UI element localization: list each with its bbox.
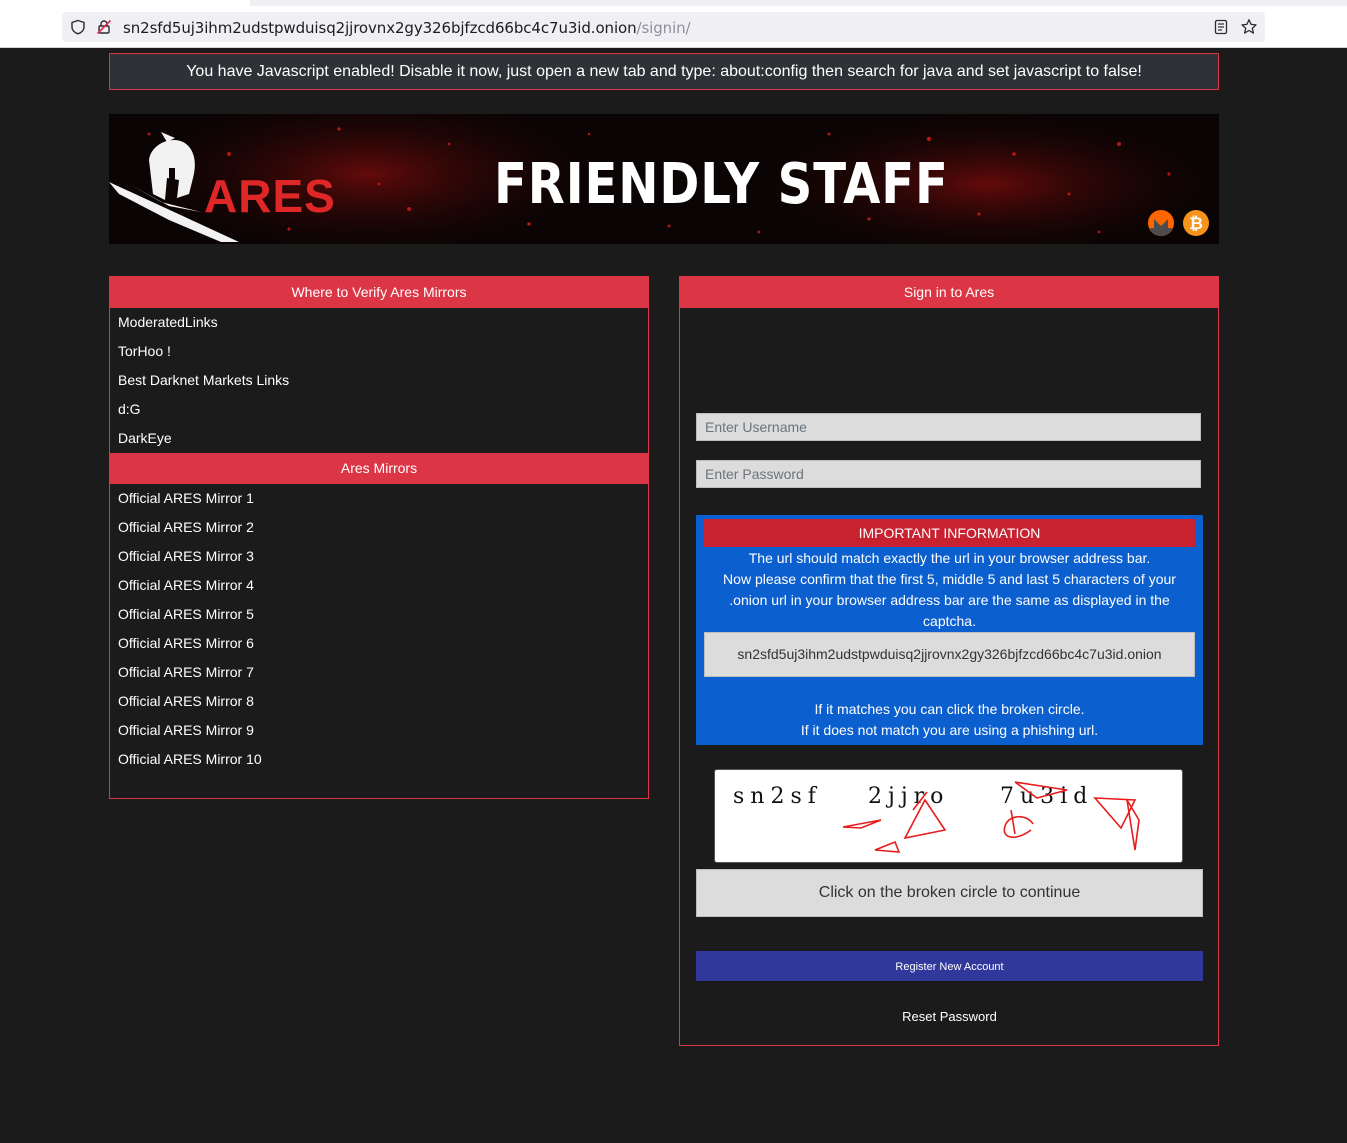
ares-logo-text: ARES	[204, 170, 336, 222]
reset-password-link[interactable]: Reset Password	[696, 1009, 1203, 1024]
mirror-link[interactable]: Official ARES Mirror 5	[110, 600, 648, 629]
banner-title: FRIENDLY STAFF	[494, 152, 949, 217]
verify-link-moderatedlinks[interactable]: ModeratedLinks	[110, 308, 648, 337]
important-info-title: IMPORTANT INFORMATION	[704, 519, 1195, 547]
banner: ARES FRIENDLY STAFF ₿	[109, 114, 1219, 244]
info-line-phishing: If it does not match you are using a phi…	[800, 722, 1099, 738]
continue-button[interactable]: Click on the broken circle to continue	[696, 869, 1203, 917]
register-button[interactable]: Register New Account	[696, 951, 1203, 981]
signin-panel: Sign in to Ares Enter Username Enter Pas…	[679, 276, 1219, 1046]
verify-link-list: ModeratedLinks TorHoo ! Best Darknet Mar…	[110, 308, 648, 453]
signin-header: Sign in to Ares	[680, 277, 1218, 308]
captcha-distortion-shapes	[842, 781, 1140, 853]
address-bar[interactable]: sn2sfd5uj3ihm2udstpwduisq2jjrovnx2gy326b…	[62, 12, 1265, 42]
info-line-confirm: Now please confirm that the first 5, mid…	[723, 571, 1176, 629]
verify-link-darkeye[interactable]: DarkEye	[110, 424, 648, 453]
mirror-link[interactable]: Official ARES Mirror 7	[110, 658, 648, 687]
mirrors-header: Ares Mirrors	[110, 453, 648, 484]
mirror-link[interactable]: Official ARES Mirror 1	[110, 484, 648, 513]
mirror-link[interactable]: Official ARES Mirror 3	[110, 542, 648, 571]
info-line-url: The url should match exactly the url in …	[748, 550, 1151, 566]
mirror-link[interactable]: Official ARES Mirror 2	[110, 513, 648, 542]
bookmark-star-icon[interactable]	[1240, 18, 1258, 36]
reader-view-icon[interactable]	[1213, 19, 1229, 35]
active-tab[interactable]	[0, 0, 250, 6]
verify-link-best-darknet-markets[interactable]: Best Darknet Markets Links	[110, 366, 648, 395]
password-input[interactable]: Enter Password	[696, 460, 1201, 488]
browser-toolbar: sn2sfd5uj3ihm2udstpwduisq2jjrovnx2gy326b…	[0, 0, 1347, 48]
username-input[interactable]: Enter Username	[696, 413, 1201, 441]
url-path: /signin/	[636, 19, 691, 37]
monero-icon	[1148, 210, 1174, 236]
info-line-matches: If it matches you can click the broken c…	[814, 701, 1085, 717]
verify-header: Where to Verify Ares Mirrors	[110, 277, 648, 308]
svg-text:₿: ₿	[1189, 214, 1203, 234]
verify-mirrors-panel: Where to Verify Ares Mirrors ModeratedLi…	[109, 276, 649, 799]
shield-icon[interactable]	[70, 19, 86, 35]
url-host: sn2sfd5uj3ihm2udstpwduisq2jjrovnx2gy326b…	[123, 19, 637, 37]
mirror-link[interactable]: Official ARES Mirror 10	[110, 745, 648, 774]
verify-link-torhoo[interactable]: TorHoo !	[110, 337, 648, 366]
mirror-link[interactable]: Official ARES Mirror 9	[110, 716, 648, 745]
javascript-warning: You have Javascript enabled! Disable it …	[109, 53, 1219, 90]
mirror-link[interactable]: Official ARES Mirror 8	[110, 687, 648, 716]
onion-url-display: sn2sfd5uj3ihm2udstpwduisq2jjrovnx2gy326b…	[704, 632, 1195, 677]
captcha-image[interactable]: sn2sf 2jjro 7u3id	[714, 769, 1183, 863]
bitcoin-icon: ₿	[1183, 210, 1209, 236]
info-text-match: If it matches you can click the broken c…	[696, 699, 1203, 741]
mirror-link[interactable]: Official ARES Mirror 6	[110, 629, 648, 658]
info-text: The url should match exactly the url in …	[712, 548, 1187, 632]
url-text[interactable]: sn2sfd5uj3ihm2udstpwduisq2jjrovnx2gy326b…	[123, 19, 691, 37]
important-info-box: IMPORTANT INFORMATION The url should mat…	[696, 515, 1203, 745]
mirror-list: Official ARES Mirror 1 Official ARES Mir…	[110, 484, 648, 774]
insecure-lock-icon[interactable]	[96, 19, 112, 35]
verify-link-dg[interactable]: d:G	[110, 395, 648, 424]
mirror-link[interactable]: Official ARES Mirror 4	[110, 571, 648, 600]
